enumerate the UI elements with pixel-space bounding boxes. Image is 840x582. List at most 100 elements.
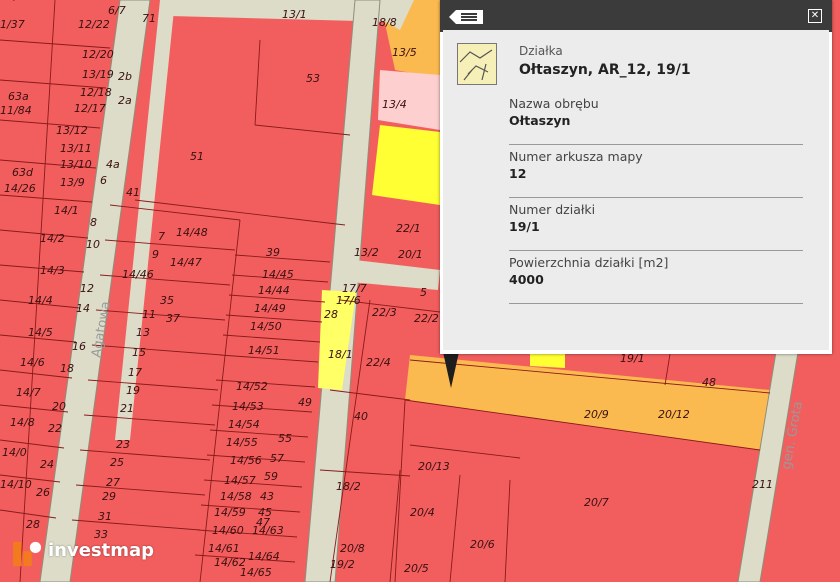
brand-logo-text: investmap <box>48 540 155 561</box>
parcel-label: 14/59 <box>214 506 246 519</box>
parcel-label: 20/12 <box>658 408 690 421</box>
parcel-label: 8 <box>90 216 97 229</box>
parcel-label: 14/45 <box>262 268 294 281</box>
parcel-label: 22/4 <box>366 356 391 369</box>
parcel-label: 28 <box>26 518 40 531</box>
parcel-label: 14/1 <box>54 204 79 217</box>
field-row: Powierzchnia działki [m2] 4000 <box>509 255 803 304</box>
parcel-label: 14/51 <box>248 344 280 357</box>
parcel-label: 41 <box>126 186 140 199</box>
parcel-label: 35 <box>160 294 174 307</box>
parcel-label: 13/9 <box>60 176 85 189</box>
parcel-label: 5 <box>420 286 427 299</box>
parcel-label: 29 <box>102 490 116 503</box>
parcel-label: 24 <box>40 458 54 471</box>
parcel-label: 37 <box>166 312 180 325</box>
parcel-label: 53 <box>306 72 320 85</box>
parcel-label: 14/48 <box>176 226 208 239</box>
parcel-label: 14/4 <box>28 294 53 307</box>
parcel-label: 20/13 <box>418 460 450 473</box>
parcel-label: 28 <box>324 308 338 321</box>
parcel-label: 4a <box>106 158 120 171</box>
parcel-label: 17/6 <box>336 294 361 307</box>
parcel-thumbnail-icon <box>457 43 497 85</box>
feature-title: Ołtaszyn, AR_12, 19/1 <box>519 62 691 78</box>
parcel-label: 6/7 <box>108 4 126 17</box>
parcel-label: 27 <box>106 476 120 489</box>
field-label: Powierzchnia działki [m2] <box>509 255 669 270</box>
parcel-label: 57 <box>270 452 284 465</box>
parcel-label: 14/46 <box>122 268 154 281</box>
parcel-label: 9 <box>152 248 159 261</box>
parcel-label: 12/17 <box>74 102 106 115</box>
list-menu-icon[interactable] <box>449 10 483 24</box>
parcel-label: 18/2 <box>336 480 361 493</box>
parcel-label: 2a <box>118 94 132 107</box>
parcel-label: 48 <box>702 376 716 389</box>
parcel-label: 14/0 <box>2 446 27 459</box>
parcel-label: 31 <box>98 510 112 523</box>
popup-pointer <box>443 352 459 388</box>
parcel-label: 14/52 <box>236 380 268 393</box>
parcel-label: 10 <box>86 238 100 251</box>
parcel-label: 22/3 <box>372 306 397 319</box>
parcel-label: 14/65 <box>240 566 272 579</box>
parcel-label: 14/57 <box>224 474 256 487</box>
popup-body: Działka Ołtaszyn, AR_12, 19/1 Nazwa obrę… <box>443 30 829 350</box>
parcel-label: 14/53 <box>232 400 264 413</box>
zone-yellow <box>372 125 440 205</box>
parcel-info-popup: ✕ Działka Ołtaszyn, AR_12, 19/1 Nazwa ob… <box>440 0 832 354</box>
parcel-label: 15 <box>132 346 146 359</box>
parcel-label: 25 <box>110 456 124 469</box>
parcel-label: 12/20 <box>82 48 114 61</box>
parcel-label: 14/44 <box>258 284 290 297</box>
parcel-label: 12/22 <box>78 18 110 31</box>
parcel-label: 13/2 <box>354 246 379 259</box>
parcel-label: 63a <box>8 90 29 103</box>
parcel-label: 20 <box>52 400 66 413</box>
parcel-label: 22 <box>48 422 62 435</box>
field-label: Numer działki <box>509 202 596 217</box>
parcel-label: 40 <box>354 410 368 423</box>
zone-yellow-small <box>530 354 565 368</box>
parcel-label: 19/2 <box>330 558 355 571</box>
parcel-label: 59 <box>264 470 278 483</box>
parcel-label: 6 <box>100 174 107 187</box>
parcel-label: 14/60 <box>212 524 244 537</box>
close-icon[interactable]: ✕ <box>808 9 822 23</box>
parcel-label: 14/8 <box>10 416 35 429</box>
field-value: 4000 <box>509 272 544 287</box>
parcel-label: 13/1 <box>282 8 307 21</box>
parcel-label: 14/7 <box>16 386 41 399</box>
parcel-label: 13/5 <box>392 46 417 59</box>
parcel-label: 20/4 <box>410 506 435 519</box>
popup-header: ✕ <box>440 0 832 32</box>
parcel-label: 18/ <box>0 0 19 3</box>
parcel-label: 20/1 <box>398 248 423 261</box>
parcel-label: 39 <box>266 246 280 259</box>
parcel-label: 20/8 <box>340 542 365 555</box>
parcel-label: 211 <box>752 478 773 491</box>
parcel-label: 16 <box>72 340 86 353</box>
parcel-label: 20/5 <box>404 562 429 575</box>
parcel-label: 23 <box>116 438 130 451</box>
field-value: 19/1 <box>509 219 540 234</box>
parcel-label: 14/55 <box>226 436 258 449</box>
parcel-label: 13/4 <box>382 98 407 111</box>
parcel-label: 20/9 <box>584 408 609 421</box>
feature-type-label: Działka <box>519 44 563 58</box>
parcel-label: 13/19 <box>82 68 114 81</box>
parcel-label: 13/10 <box>60 158 92 171</box>
parcel-label: 14/10 <box>0 478 32 491</box>
parcel-label: 14/54 <box>228 418 260 431</box>
field-label: Numer arkusza mapy <box>509 149 643 164</box>
parcel-label: 18/8 <box>372 16 397 29</box>
parcel-label: 19 <box>126 384 140 397</box>
parcel-label: 7 <box>158 230 165 243</box>
parcel-label: 11 <box>142 308 156 321</box>
parcel-label: 13/12 <box>56 124 88 137</box>
parcel-label: 14/49 <box>254 302 286 315</box>
parcel-label: 22/1 <box>396 222 421 235</box>
parcel-label: 18/1 <box>328 348 353 361</box>
parcel-label: 1/37 <box>0 18 25 31</box>
